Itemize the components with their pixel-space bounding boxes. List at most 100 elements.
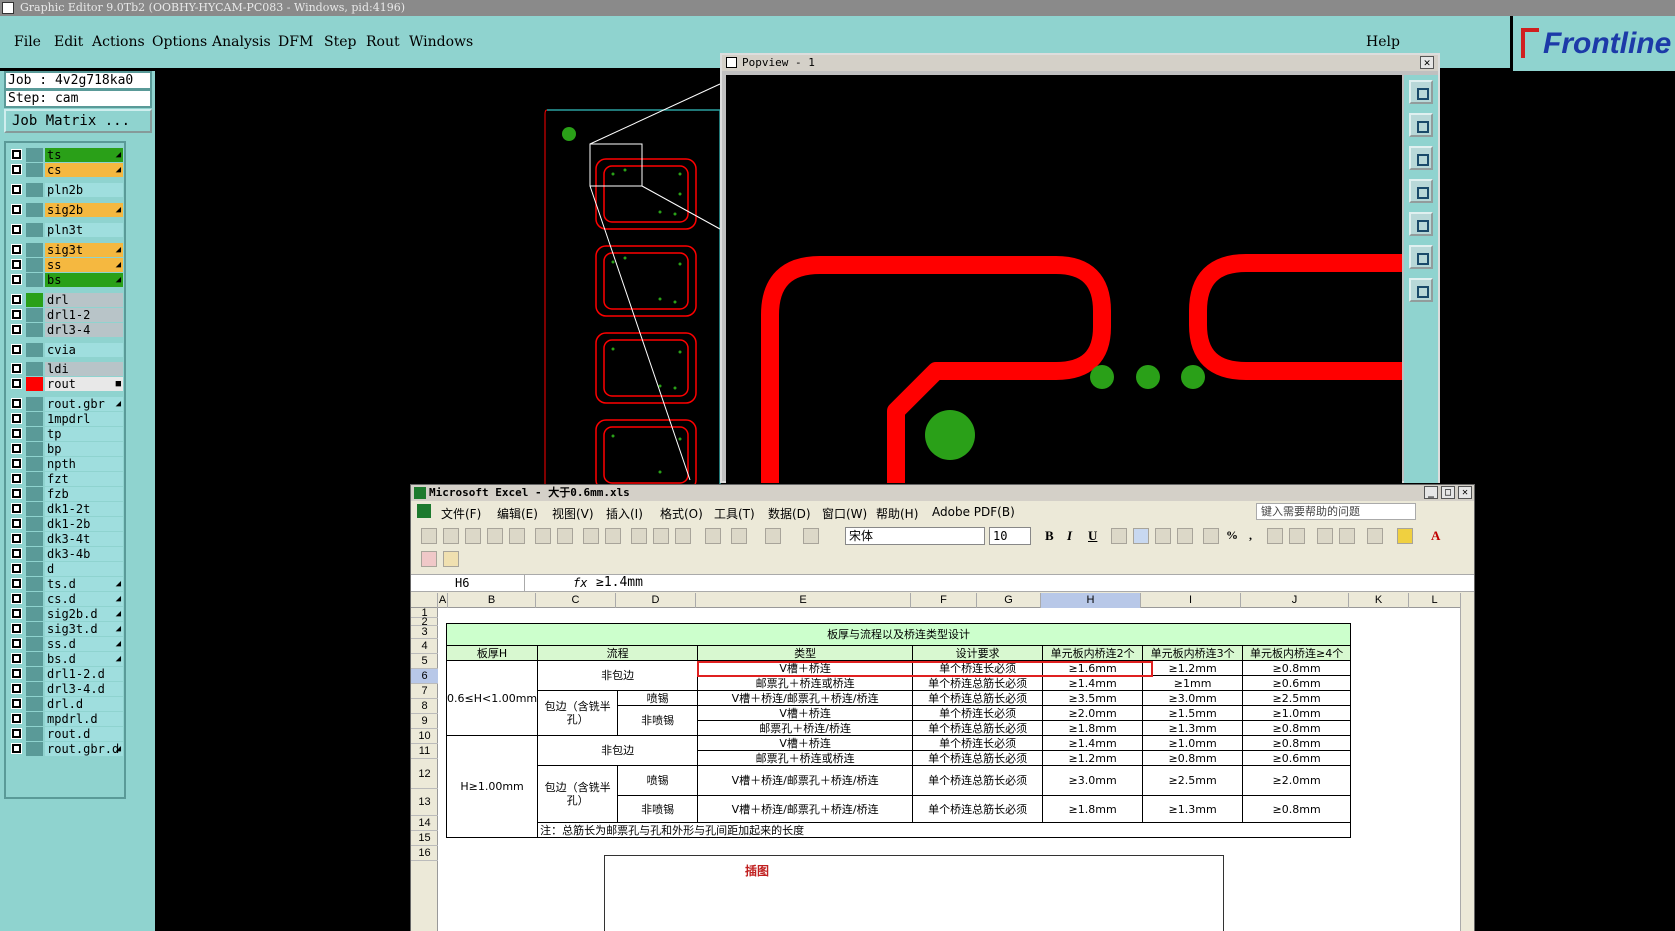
xmenu-adobe-pdf[interactable]: Adobe PDF(B) [932, 505, 1015, 519]
layer-row[interactable]: drl.d [8, 697, 126, 711]
layer-name[interactable]: ldi [45, 362, 123, 376]
row-header[interactable]: 6 [411, 669, 438, 684]
cell[interactable]: ≥3.0mm [1142, 690, 1244, 706]
layer-row[interactable]: cs ◢ [8, 163, 126, 177]
email-icon[interactable] [509, 528, 525, 544]
layer-color-swatch[interactable] [26, 577, 43, 591]
cell[interactable]: 单个桥连总筋长必须 [912, 675, 1044, 691]
layer-name[interactable]: drl1-2 [45, 308, 123, 322]
inserted-image[interactable]: 插图 [604, 855, 1224, 931]
layer-color-swatch[interactable] [26, 308, 43, 322]
layer-checkbox[interactable] [11, 548, 22, 559]
open-icon[interactable] [443, 528, 459, 544]
layer-checkbox[interactable] [11, 363, 22, 374]
align-left-icon[interactable] [1111, 528, 1127, 544]
layer-color-swatch[interactable] [26, 697, 43, 711]
layer-checkbox[interactable] [11, 713, 22, 724]
cell[interactable]: ≥3.5mm [1042, 690, 1144, 706]
xmenu-tools[interactable]: 工具(T) [714, 505, 755, 522]
layer-checkbox[interactable] [11, 608, 22, 619]
layer-color-swatch[interactable] [26, 457, 43, 471]
col-c[interactable]: C [536, 593, 616, 608]
layer-row[interactable]: sig3t.d ◢ [8, 622, 126, 636]
format-painter-icon[interactable] [705, 528, 721, 544]
layer-color-swatch[interactable] [26, 377, 43, 391]
cell[interactable]: 单个桥连总筋长必须 [912, 795, 1044, 823]
layer-name[interactable]: bp [45, 442, 123, 456]
cell[interactable]: 单个桥连总筋长必须 [912, 750, 1044, 766]
layer-checkbox[interactable] [11, 184, 22, 195]
layer-row[interactable]: tp [8, 427, 126, 441]
vertical-scrollbar[interactable] [1460, 593, 1474, 931]
layer-row[interactable]: cvia [8, 343, 126, 357]
layer-row[interactable]: cs.d ◢ [8, 592, 126, 606]
cell[interactable]: ≥1.4mm [1042, 735, 1144, 751]
col-e[interactable]: E [696, 593, 911, 608]
layer-checkbox[interactable] [11, 398, 22, 409]
cell[interactable]: ≥1.2mm [1042, 750, 1144, 766]
layer-color-swatch[interactable] [26, 183, 43, 197]
layer-color-swatch[interactable] [26, 682, 43, 696]
cell[interactable]: ≥1.4mm [1042, 675, 1144, 691]
layer-name[interactable]: ss.d ◢ [45, 637, 123, 651]
xmenu-view[interactable]: 视图(V) [552, 505, 594, 522]
cell[interactable]: 单个桥连长必须 [912, 705, 1044, 721]
layer-row[interactable]: 1mpdrl [8, 412, 126, 426]
increase-indent-icon[interactable] [1339, 528, 1355, 544]
zoom-out-icon[interactable] [1409, 278, 1433, 302]
cell[interactable]: ≥0.6mm [1242, 675, 1352, 691]
row-header[interactable]: 11 [411, 744, 438, 759]
cell[interactable]: 邮票孔＋桥连或桥连 [697, 675, 914, 691]
cell[interactable]: ≥0.8mm [1242, 720, 1352, 736]
layer-color-swatch[interactable] [26, 727, 43, 741]
layer-color-swatch[interactable] [26, 532, 43, 546]
row-header[interactable]: 9 [411, 714, 438, 729]
layer-row[interactable]: rout.gbr ◢ [8, 397, 126, 411]
layer-name[interactable]: ts ◢ [45, 148, 123, 162]
menu-step[interactable]: Step [324, 34, 356, 50]
row-header[interactable]: 7 [411, 684, 438, 699]
layer-row[interactable]: drl3-4 [8, 323, 126, 337]
new-icon[interactable] [421, 528, 437, 544]
layer-row[interactable]: pln3t [8, 223, 126, 237]
layer-color-swatch[interactable] [26, 343, 43, 357]
font-size-select[interactable]: 10 [989, 527, 1031, 545]
cell[interactable]: ≥0.8mm [1242, 735, 1352, 751]
layer-row[interactable]: ss ◢ [8, 258, 126, 272]
layer-color-swatch[interactable] [26, 742, 43, 756]
layer-name[interactable]: drl [45, 293, 123, 307]
cell[interactable]: V槽＋桥连/邮票孔＋桥连/桥连 [697, 690, 914, 706]
paste-icon[interactable] [675, 528, 691, 544]
decrease-indent-icon[interactable] [1317, 528, 1333, 544]
layer-name[interactable]: dk3-4t [45, 532, 123, 546]
layer-row[interactable]: rout.d [8, 727, 126, 741]
layer-row[interactable]: bs ◢ [8, 273, 126, 287]
layer-color-swatch[interactable] [26, 427, 43, 441]
cut-icon[interactable] [631, 528, 647, 544]
layer-row[interactable]: sig3t ◢ [8, 243, 126, 257]
xmenu-edit[interactable]: 编辑(E) [497, 505, 538, 522]
layer-checkbox[interactable] [11, 653, 22, 664]
pan-right-icon[interactable] [1409, 212, 1433, 236]
job-matrix-button[interactable]: Job Matrix ... [4, 109, 152, 133]
layer-name[interactable]: mpdrl.d [45, 712, 123, 726]
layer-checkbox[interactable] [11, 224, 22, 235]
cell[interactable]: 单个桥连总筋长必须 [912, 765, 1044, 796]
layer-color-swatch[interactable] [26, 502, 43, 516]
layer-name[interactable]: sig3t ◢ [45, 243, 123, 257]
spelling-icon[interactable] [583, 528, 599, 544]
popview-window[interactable]: Popview - 1 ✕ [720, 53, 1440, 483]
layer-row[interactable]: sig2b.d ◢ [8, 607, 126, 621]
cell[interactable]: ≥2.0mm [1242, 765, 1352, 796]
cell[interactable]: ≥1.3mm [1142, 720, 1244, 736]
layer-row[interactable]: bs.d ◢ [8, 652, 126, 666]
layer-name[interactable]: drl3-4.d [45, 682, 123, 696]
borders-icon[interactable] [1367, 528, 1383, 544]
layer-checkbox[interactable] [11, 728, 22, 739]
layer-name[interactable]: fzt [45, 472, 123, 486]
merge-center-icon[interactable] [1177, 528, 1193, 544]
cell[interactable]: V槽＋桥连 [697, 705, 914, 721]
col-h[interactable]: H [1041, 593, 1141, 608]
excel-window[interactable]: Microsoft Excel - 大于0.6mm.xls _ □ ✕ 文件(F… [410, 484, 1475, 931]
row-header[interactable]: 2 [411, 617, 438, 628]
